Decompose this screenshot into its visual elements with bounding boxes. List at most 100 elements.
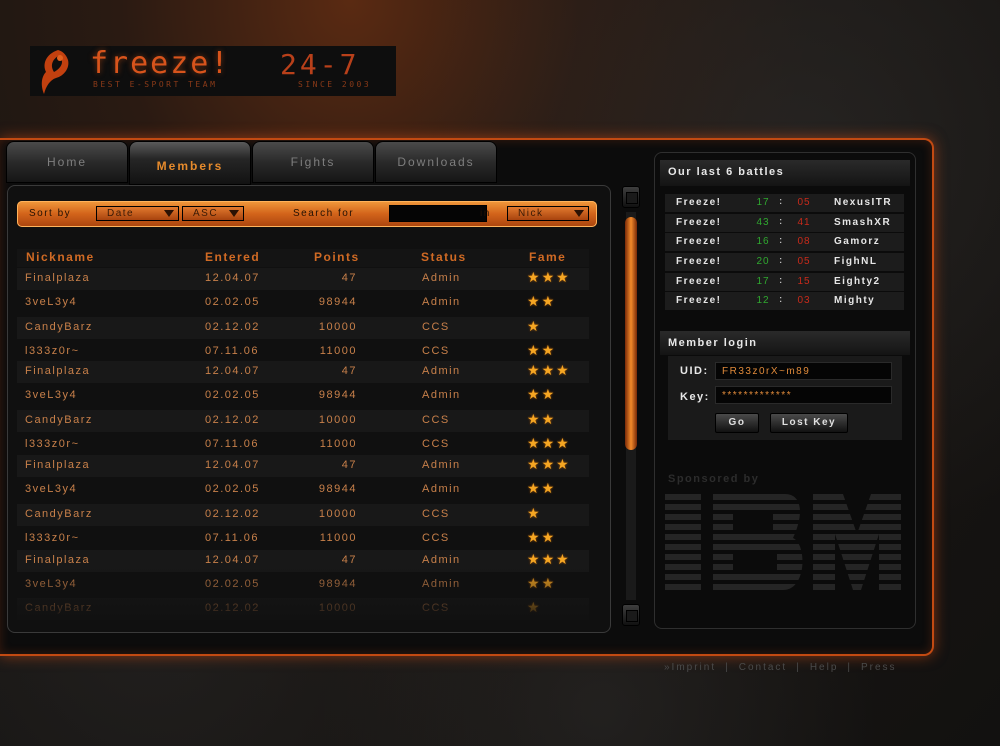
battle-score-separator: : [779,275,783,286]
cell-status: Admin [422,296,461,308]
cell-nickname[interactable]: l333z0r~ [25,345,80,357]
battle-row[interactable]: Freeze! 43: 41 SmashXR [665,214,904,232]
cell-nickname[interactable]: 3veL3y4 [25,483,77,495]
star-icon: ★ [556,270,571,286]
battle-row[interactable]: Freeze! 17: 05 NexusITR [665,194,904,212]
table-row[interactable]: 3veL3y4 02.02.05 98944 Admin ★★ [17,385,589,407]
login-title: Member login [660,331,910,355]
table-row[interactable]: Finalplaza 12.04.07 47 Admin ★★★ [17,550,589,572]
battle-team: Freeze! [676,197,722,208]
table-row[interactable]: CandyBarz 02.12.02 10000 CCS ★ [17,598,589,620]
go-button[interactable]: Go [715,413,759,433]
cell-nickname[interactable]: 3veL3y4 [25,389,77,401]
column-header-fame[interactable]: Fame [529,250,566,264]
battles-title: Our last 6 battles [660,160,910,186]
cell-status: Admin [422,578,461,590]
ibm-logo[interactable] [665,494,901,590]
column-header-entered[interactable]: Entered [205,250,260,264]
battle-row[interactable]: Freeze! 12: 03 Mighty [665,292,904,310]
chevron-down-icon [574,210,584,217]
star-icon: ★ [527,436,542,452]
table-row[interactable]: 3veL3y4 02.02.05 98944 Admin ★★ [17,574,589,596]
fame-rating: ★★★ [527,363,571,379]
cell-nickname[interactable]: Finalplaza [25,459,90,471]
column-header-status[interactable]: Status [421,250,467,264]
scroll-down-button[interactable] [622,604,640,626]
search-field-select[interactable]: Nick [507,206,589,221]
uid-field[interactable]: FR33z0rX~m89 [715,362,892,380]
tab-fights[interactable]: Fights [252,141,374,183]
cell-points: 11000 [319,438,357,450]
logo-hours: 24-7 [280,48,360,81]
cell-points: 98944 [318,389,357,401]
cell-entered: 02.02.05 [205,578,260,590]
table-row[interactable]: l333z0r~ 07.11.06 11000 CCS ★★ [17,341,589,363]
star-icon: ★ [527,343,542,359]
star-icon: ★ [541,387,557,403]
cell-nickname[interactable]: CandyBarz [25,321,93,333]
column-header-nickname[interactable]: Nickname [26,250,95,264]
site-logo[interactable]: freeze! BEST E-SPORT TEAM 24-7 SINCE 200… [30,46,396,96]
footer-separator: | [796,662,801,673]
star-icon: ★ [527,552,542,568]
battle-score-own: 16 [756,236,770,247]
scrollbar-thumb[interactable] [625,217,637,450]
lost-key-button[interactable]: Lost Key [770,413,848,433]
table-row[interactable]: 3veL3y4 02.02.05 98944 Admin ★★ [17,292,589,314]
sort-order-select[interactable]: ASC [182,206,244,221]
tab-downloads[interactable]: Downloads [375,141,497,183]
table-row[interactable]: 3veL3y4 02.02.05 98944 Admin ★★ [17,479,589,501]
cell-nickname[interactable]: l333z0r~ [25,438,80,450]
star-icon: ★ [541,343,557,359]
cell-nickname[interactable]: 3veL3y4 [25,578,77,590]
battle-team: Freeze! [676,276,722,287]
search-input[interactable] [389,205,487,222]
battle-row[interactable]: Freeze! 17: 15 Eighty2 [665,273,904,291]
sort-field-select[interactable]: Date [96,206,179,221]
cell-nickname[interactable]: 3veL3y4 [25,296,77,308]
battle-row[interactable]: Freeze! 20: 05 FighNL [665,253,904,271]
tab-home[interactable]: Home [6,141,128,183]
star-icon: ★ [541,552,557,568]
battle-opponent: Gamorz [834,236,881,247]
cell-nickname[interactable]: CandyBarz [25,508,93,520]
footer-link-help[interactable]: Help [810,662,839,673]
table-row[interactable]: CandyBarz 02.12.02 10000 CCS ★ [17,504,589,526]
column-header-points[interactable]: Points [314,250,360,264]
table-row[interactable]: l333z0r~ 07.11.06 11000 CCS ★★★ [17,434,589,456]
table-row[interactable]: l333z0r~ 07.11.06 11000 CCS ★★ [17,528,589,550]
table-row[interactable]: CandyBarz 02.12.02 10000 CCS ★★ [17,410,589,432]
table-row[interactable]: Finalplaza 12.04.07 47 Admin ★★★ [17,361,589,383]
table-row[interactable]: Finalplaza 12.04.07 47 Admin ★★★ [17,268,589,290]
footer-links: »Imprint | Contact | Help | Press [664,662,897,673]
cell-status: Admin [422,554,461,566]
star-icon: ★ [527,412,542,428]
footer-link-contact[interactable]: Contact [739,662,787,673]
cell-nickname[interactable]: CandyBarz [25,414,93,426]
chevron-down-icon [229,210,239,217]
tab-members[interactable]: Members [129,141,251,185]
cell-nickname[interactable]: Finalplaza [25,554,90,566]
footer-link-press[interactable]: Press [861,662,897,673]
cell-nickname[interactable]: Finalplaza [25,365,90,377]
star-icon: ★ [556,363,571,379]
battle-team: Freeze! [676,295,722,306]
cell-nickname[interactable]: Finalplaza [25,272,90,284]
cell-nickname[interactable]: l333z0r~ [25,532,80,544]
key-field[interactable]: ************* [715,386,892,404]
cell-nickname[interactable]: CandyBarz [25,602,93,614]
table-row[interactable]: Finalplaza 12.04.07 47 Admin ★★★ [17,455,589,477]
battle-score-opponent: 05 [797,256,811,267]
star-icon: ★ [541,363,557,379]
table-row[interactable]: CandyBarz 02.12.02 10000 CCS ★ [17,317,589,339]
cell-points: 10000 [318,602,357,614]
cell-points: 98944 [318,296,357,308]
scroll-up-button[interactable] [622,186,640,208]
cell-entered: 07.11.06 [205,438,260,450]
uid-label: UID: [680,365,709,377]
battle-row[interactable]: Freeze! 16: 08 Gamorz [665,233,904,251]
footer-link-imprint[interactable]: »Imprint [664,662,716,673]
fame-rating: ★★ [527,576,556,592]
cell-entered: 07.11.06 [205,532,260,544]
star-icon: ★ [541,412,557,428]
